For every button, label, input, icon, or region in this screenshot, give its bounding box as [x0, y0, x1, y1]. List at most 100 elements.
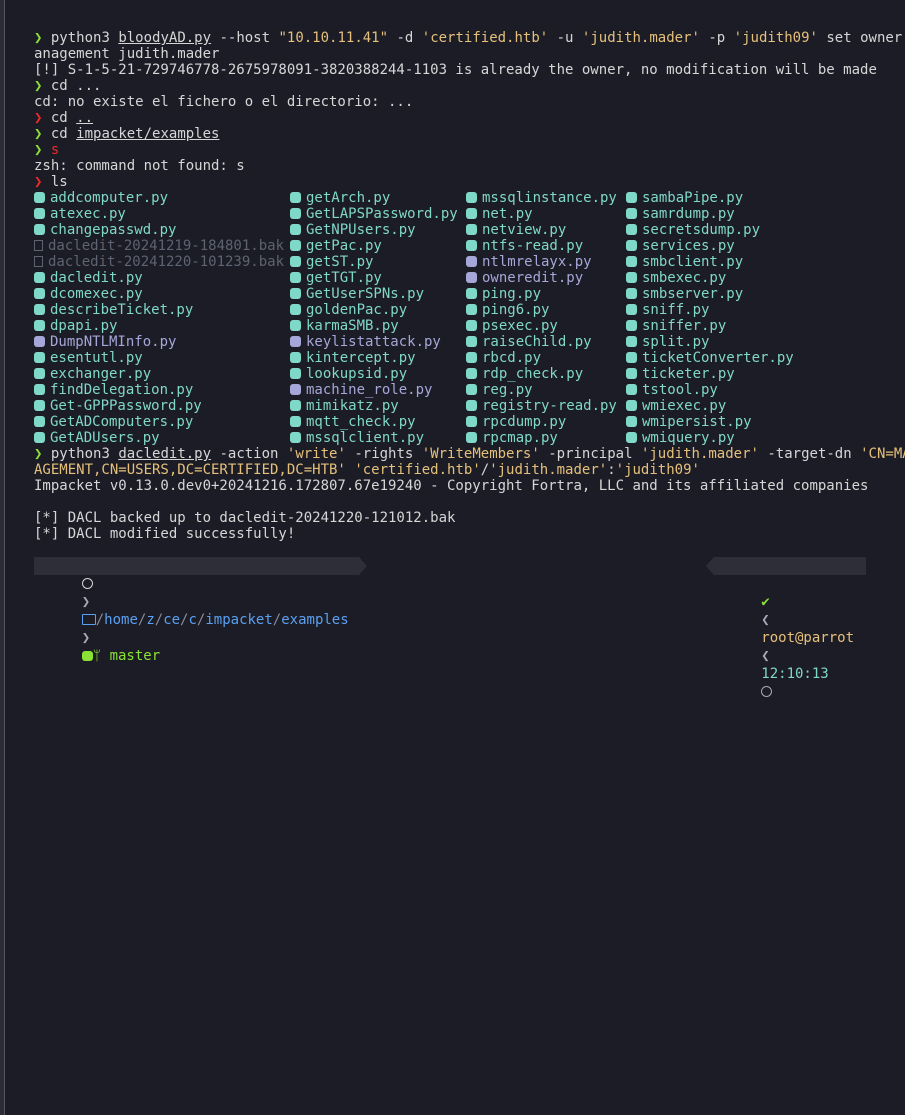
ls-entry: getPac.py [290, 238, 466, 254]
ls-entry: describeTicket.py [34, 302, 290, 318]
ls-entry-name: mimikatz.py [306, 398, 399, 414]
ls-entry: dacledit.py [34, 270, 290, 286]
ls-entry: mqtt_check.py [290, 414, 466, 430]
ls-entry-name: mqtt_check.py [306, 414, 416, 430]
python-icon [290, 288, 301, 299]
dacl-modified-output: [*] DACL modified successfully! [34, 526, 296, 542]
chevron-right-icon: ❯ [81, 630, 91, 646]
ls-entry: smbexec.py [626, 270, 876, 286]
ls-entry: smbclient.py [626, 254, 876, 270]
ls-entry-name: karmaSMB.py [306, 318, 399, 334]
python-icon [290, 352, 301, 363]
ls-entry: rpcmap.py [466, 430, 626, 446]
python-icon [290, 336, 301, 347]
python-icon [34, 336, 45, 347]
ls-entry: net.py [466, 206, 626, 222]
ls-entry-name: dcomexec.py [50, 286, 143, 302]
ls-entry: psexec.py [466, 318, 626, 334]
python-icon [34, 352, 45, 363]
ls-entry-name: esentutl.py [50, 350, 143, 366]
ls-entry: owneredit.py [466, 270, 626, 286]
file-icon [34, 240, 43, 251]
ls-entry: services.py [626, 238, 876, 254]
user-host: root@parrot [761, 630, 854, 646]
ls-entry: netview.py [466, 222, 626, 238]
ls-entry-name: net.py [482, 206, 533, 222]
python-icon [34, 304, 45, 315]
python-icon [290, 272, 301, 283]
ls-entry-name: mssqlinstance.py [482, 190, 617, 206]
python-icon [626, 192, 637, 203]
python-icon [626, 288, 637, 299]
ls-entry: machine_role.py [290, 382, 466, 398]
ls-entry: GetNPUsers.py [290, 222, 466, 238]
ls-entry-name: psexec.py [482, 318, 558, 334]
ls-entry-name: changepasswd.py [50, 222, 177, 238]
git-branch: master [109, 648, 161, 664]
dacl-backup-output: [*] DACL backed up to dacledit-20241220-… [34, 510, 456, 526]
ls-entry: reg.py [466, 382, 626, 398]
ls-entry-name: dacledit-20241220-101239.bak [48, 254, 285, 270]
ls-entry: atexec.py [34, 206, 290, 222]
ls-entry-name: rpcdump.py [482, 414, 567, 430]
python-icon [290, 368, 301, 379]
ls-entry: GetADUsers.py [34, 430, 290, 446]
impacket-banner: Impacket v0.13.0.dev0+20241216.172807.67… [34, 478, 869, 494]
ls-entry: wmiexec.py [626, 398, 876, 414]
git-icon [81, 651, 93, 661]
ls-entry-name: DumpNTLMInfo.py [50, 334, 177, 350]
python-icon [466, 240, 477, 251]
ls-entry: lookupsid.py [290, 366, 466, 382]
ls-entry: GetLAPSPassword.py [290, 206, 466, 222]
folder-icon [81, 614, 96, 625]
ls-entry-name: wmiexec.py [642, 398, 727, 414]
ls-entry-name: lookupsid.py [306, 366, 408, 382]
ls-entry-name: samrdump.py [642, 206, 735, 222]
terminal-line-cd-examples: ❯ cd impacket/examples [34, 126, 220, 142]
ls-listing: addcomputer.py getArch.py mssqlinstance.py… [34, 190, 884, 446]
ls-entry: smbserver.py [626, 286, 876, 302]
ls-entry: raiseChild.py [466, 334, 626, 350]
python-icon [466, 320, 477, 331]
ls-entry: Get-GPPPassword.py [34, 398, 290, 414]
ls-entry-name: smbexec.py [642, 270, 727, 286]
ls-entry: dacledit-20241220-101239.bak [34, 254, 290, 270]
ls-entry: kintercept.py [290, 350, 466, 366]
ls-entry: dpapi.py [34, 318, 290, 334]
terminal-line-dacledit: ❯ python3 dacledit.py -action 'write' -r… [34, 446, 905, 462]
ls-entry-name: rdp_check.py [482, 366, 584, 382]
python-icon [290, 256, 301, 267]
ls-entry: secretsdump.py [626, 222, 876, 238]
python-icon [466, 400, 477, 411]
python-icon [34, 400, 45, 411]
ls-entry-name: sniff.py [642, 302, 710, 318]
python-icon [34, 368, 45, 379]
prompt-ok-arrow: ❯ [34, 30, 43, 46]
path-home: home [104, 612, 138, 628]
ls-entry: addcomputer.py [34, 190, 290, 206]
terminal-line-s: ❯ s [34, 142, 60, 158]
path-z: z [146, 612, 155, 628]
python-icon [626, 400, 637, 411]
ls-entry: getST.py [290, 254, 466, 270]
terminal-line-1-wrap: anagement judith.mader [34, 46, 220, 62]
chevron-left-icon: ❮ [761, 648, 770, 664]
terminal-output[interactable]: ❯ python3 bloodyAD.py --host "10.10.11.4… [34, 30, 905, 542]
python-icon [290, 240, 301, 251]
python-icon [626, 320, 637, 331]
python-icon [626, 416, 637, 427]
bloodyad-output: [!] S-1-5-21-729746778-2675978091-382038… [34, 62, 877, 78]
ls-entry: changepasswd.py [34, 222, 290, 238]
ls-entry-name: getArch.py [306, 190, 391, 206]
terminal-line-1: ❯ python3 bloodyAD.py --host "10.10.11.4… [34, 30, 903, 46]
python-icon [466, 416, 477, 427]
terminal-line-cd-dots: ❯ cd ... [34, 78, 102, 94]
python-icon [626, 224, 637, 235]
ls-entry: karmaSMB.py [290, 318, 466, 334]
ls-entry-name: GetNPUsers.py [306, 222, 416, 238]
ls-entry-name: dpapi.py [50, 318, 118, 334]
ls-entry-name: GetLAPSPassword.py [306, 206, 458, 222]
ls-entry-name: sambaPipe.py [642, 190, 744, 206]
ls-entry: split.py [626, 334, 876, 350]
clock-time: 12:10:13 [761, 666, 829, 682]
